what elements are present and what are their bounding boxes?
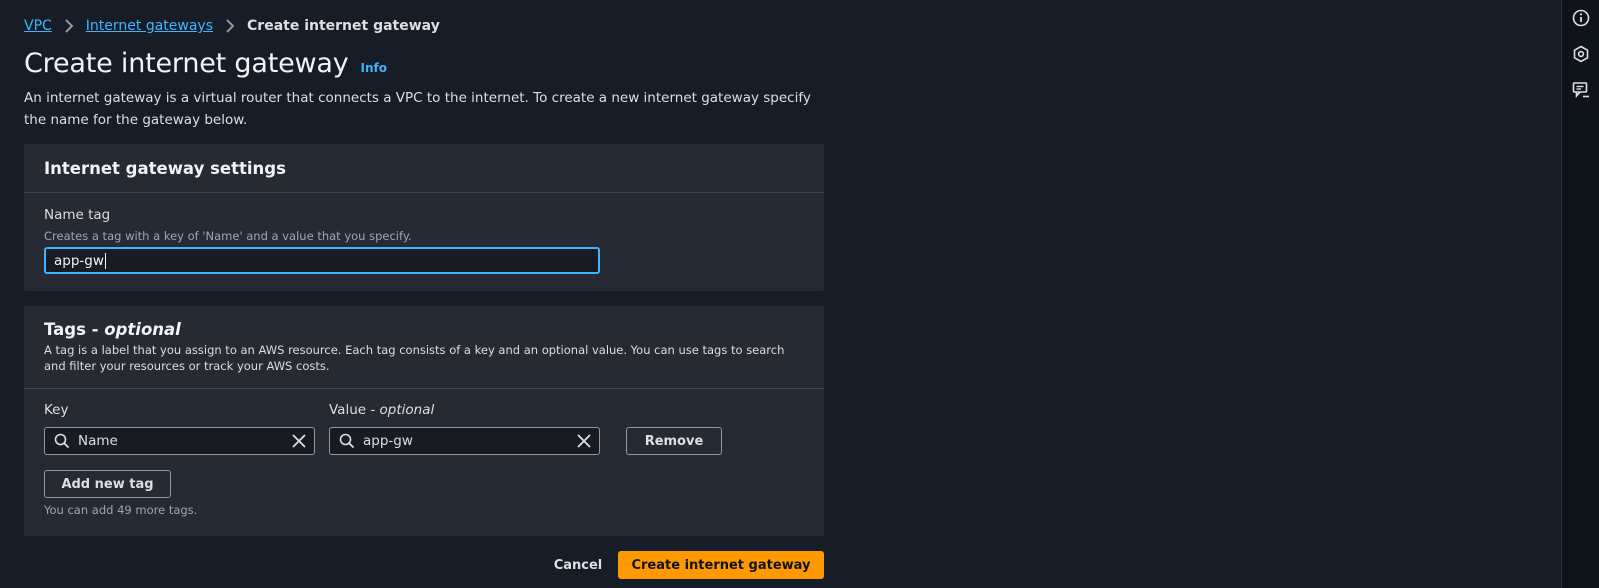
page-header: Create internet gateway Info <box>24 48 387 79</box>
remove-tag-button[interactable]: Remove <box>626 427 722 455</box>
page-description: An internet gateway is a virtual router … <box>24 90 811 128</box>
tags-panel-title: Tags - optional <box>44 320 181 339</box>
settings-panel-header: Internet gateway settings <box>24 144 824 193</box>
breadcrumb-current: Create internet gateway <box>247 18 440 34</box>
internet-gateway-settings-panel: Internet gateway settings Name tag Creat… <box>24 144 824 291</box>
chevron-right-icon <box>225 19 235 33</box>
info-link[interactable]: Info <box>361 61 387 75</box>
settings-panel-title: Internet gateway settings <box>44 158 286 178</box>
key-column-label: Key <box>44 402 69 418</box>
tags-title-optional: optional <box>104 320 181 339</box>
text-caret <box>104 252 106 269</box>
search-icon <box>339 433 355 449</box>
chevron-right-icon <box>64 19 74 33</box>
breadcrumb-vpc[interactable]: VPC <box>24 18 52 34</box>
search-icon <box>54 433 70 449</box>
tags-panel: Tags - optional A tag is a label that yo… <box>24 306 824 536</box>
name-tag-label: Name tag <box>44 207 111 223</box>
page-title: Create internet gateway <box>24 48 349 79</box>
cancel-button[interactable]: Cancel <box>540 551 616 579</box>
tag-key-value: Name <box>78 433 118 449</box>
feedback-icon[interactable] <box>1571 80 1591 100</box>
tag-key-input[interactable]: Name <box>44 427 315 455</box>
breadcrumb-internet-gateways[interactable]: Internet gateways <box>86 18 213 34</box>
clear-icon[interactable] <box>291 433 307 449</box>
clear-icon[interactable] <box>576 433 592 449</box>
tag-value-value: app-gw <box>363 433 413 449</box>
info-icon[interactable] <box>1571 8 1591 28</box>
add-new-tag-button[interactable]: Add new tag <box>44 470 171 498</box>
value-column-label: Value - optional <box>329 402 434 418</box>
tags-remaining-hint: You can add 49 more tags. <box>44 503 198 517</box>
right-utility-rail <box>1561 0 1599 588</box>
tags-panel-header: Tags - optional A tag is a label that yo… <box>24 306 824 389</box>
tag-value-input[interactable]: app-gw <box>329 427 600 455</box>
name-tag-hint: Creates a tag with a key of 'Name' and a… <box>44 229 412 243</box>
name-tag-input[interactable]: app-gw <box>44 247 600 274</box>
tags-title-text: Tags - <box>44 320 99 339</box>
create-internet-gateway-button[interactable]: Create internet gateway <box>618 551 824 579</box>
breadcrumb: VPC Internet gateways Create internet ga… <box>24 18 440 34</box>
value-label-text: Value - <box>329 402 376 418</box>
value-label-optional: optional <box>379 402 435 418</box>
name-tag-input-value: app-gw <box>54 252 104 269</box>
hexagon-settings-icon[interactable] <box>1571 44 1591 64</box>
tags-panel-description: A tag is a label that you assign to an A… <box>44 343 785 373</box>
